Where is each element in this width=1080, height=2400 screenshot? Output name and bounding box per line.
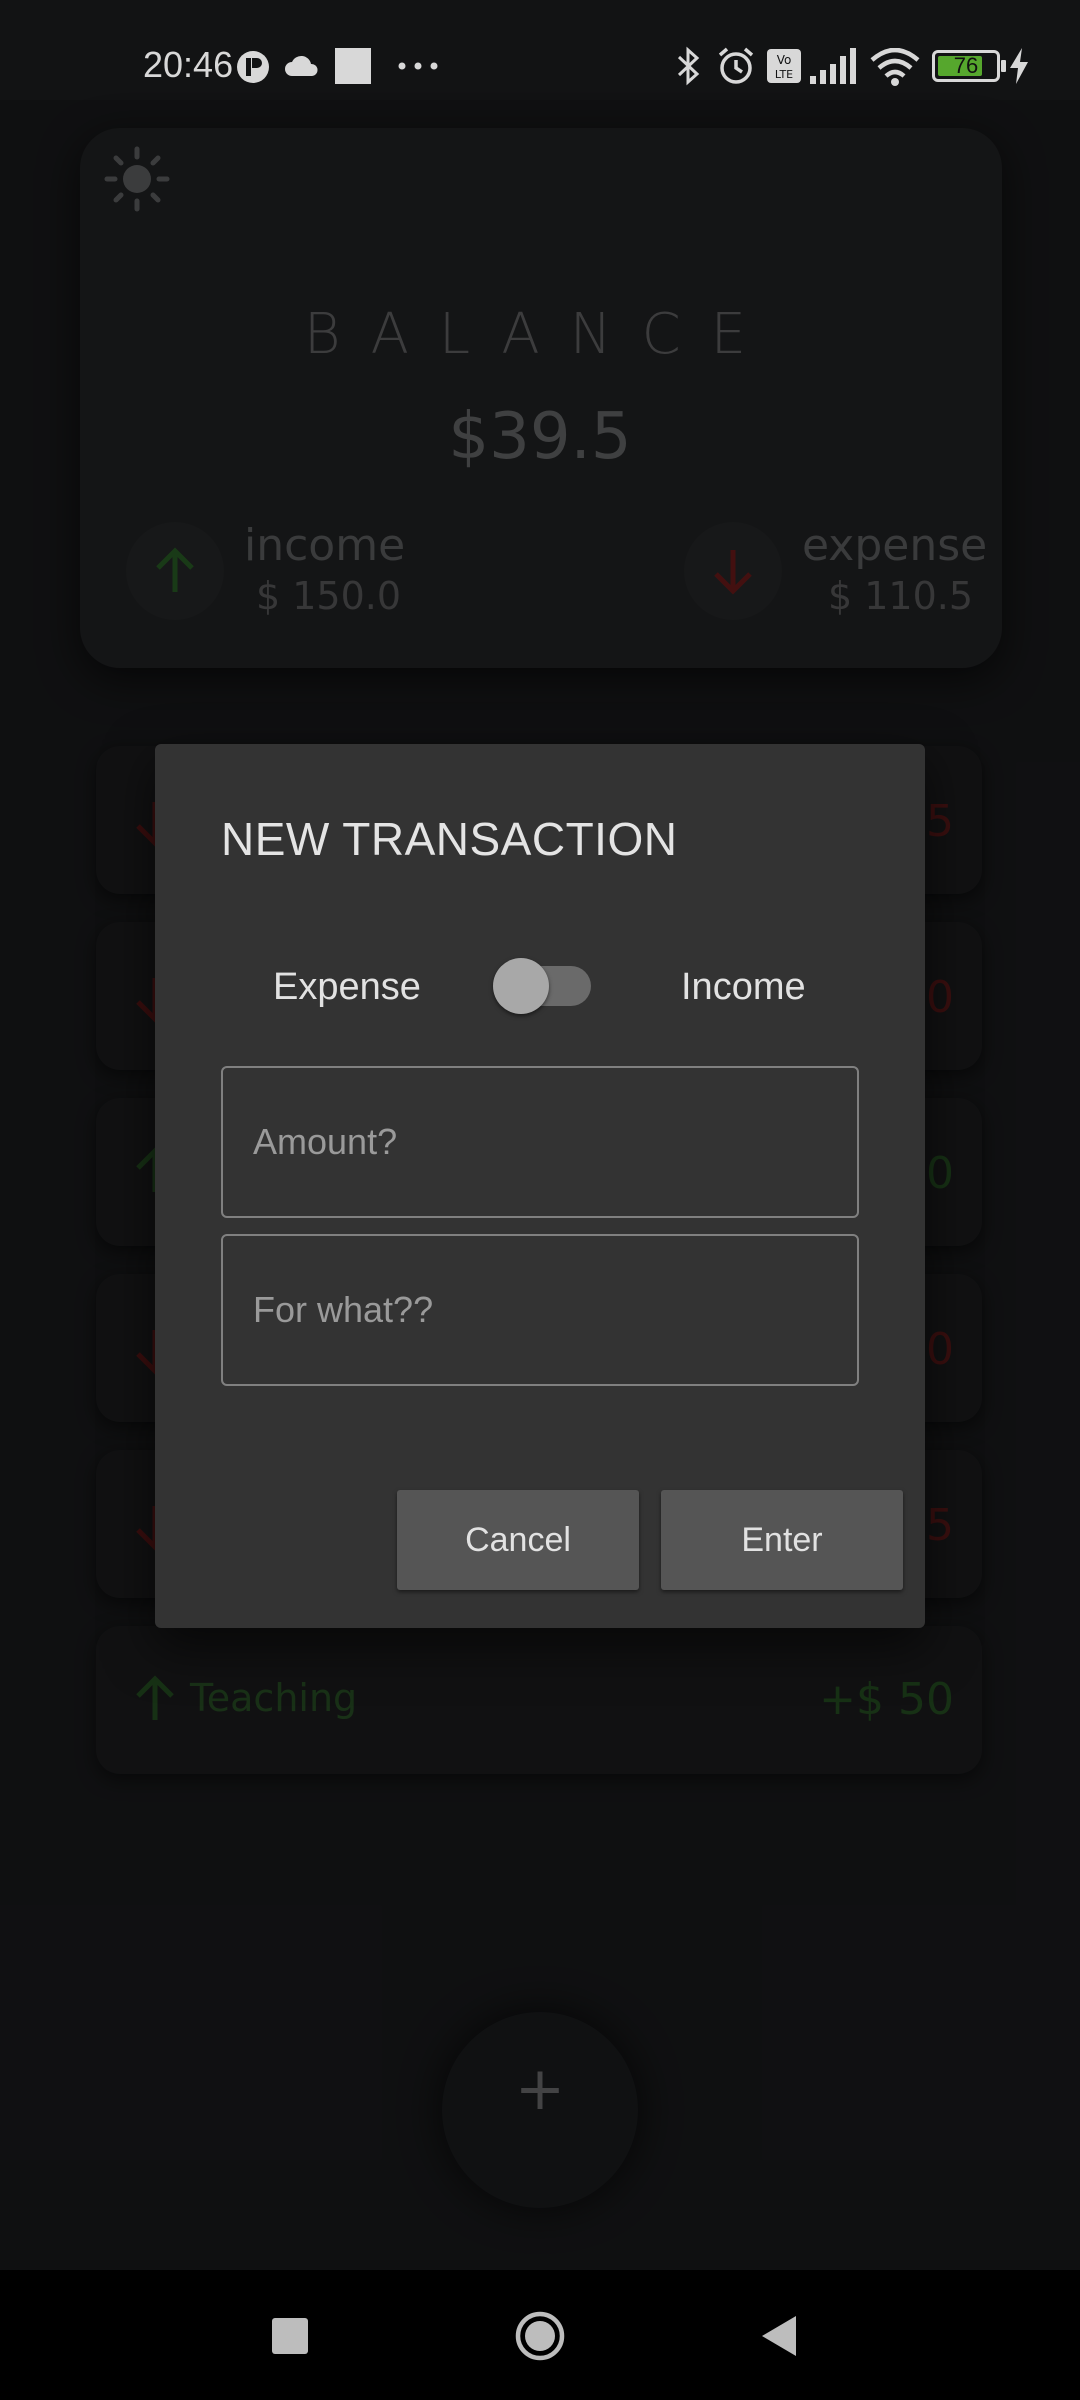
battery-level: 76 [953, 53, 979, 78]
dialog-title: NEW TRANSACTION [221, 813, 678, 865]
bluetooth-icon [677, 46, 700, 86]
more-dots-icon [398, 62, 438, 70]
cloud-icon [285, 55, 318, 76]
cancel-button[interactable]: Cancel [397, 1490, 639, 1590]
recents-square-icon[interactable] [272, 2318, 308, 2354]
home-circle-icon[interactable] [514, 2310, 566, 2362]
battery-tip [1001, 60, 1006, 72]
expense-toggle-label: Expense [273, 966, 421, 1008]
app-notification-icon [237, 51, 269, 83]
income-expense-switch[interactable] [493, 958, 593, 1014]
volte-icon: VoLTE [767, 49, 801, 83]
amount-input[interactable] [221, 1066, 859, 1218]
new-transaction-dialog: NEW TRANSACTION Expense Income Cancel En… [155, 744, 925, 1628]
switch-thumb[interactable] [493, 958, 549, 1014]
back-triangle-icon[interactable] [762, 2316, 796, 2356]
signal-icon [810, 48, 856, 84]
svg-text:LTE: LTE [775, 68, 793, 81]
battery-icon: 76 [932, 50, 1006, 82]
app-screen: 20:46 Vo LTE 76 BALANCE $39.5 income $ 15… [0, 0, 1080, 2400]
purpose-input[interactable] [221, 1234, 859, 1386]
navigation-bar [0, 2270, 1080, 2400]
square-notification-icon [335, 48, 371, 84]
status-time: 20:46 [143, 44, 234, 85]
status-bar: 20:46 Vo LTE 76 [0, 0, 1080, 100]
svg-text:Vo: Vo [777, 53, 792, 67]
wifi-icon [870, 48, 920, 86]
alarm-icon [718, 47, 754, 84]
income-toggle-label: Income [681, 966, 806, 1008]
enter-button[interactable]: Enter [661, 1490, 903, 1590]
charging-icon [1010, 48, 1028, 84]
